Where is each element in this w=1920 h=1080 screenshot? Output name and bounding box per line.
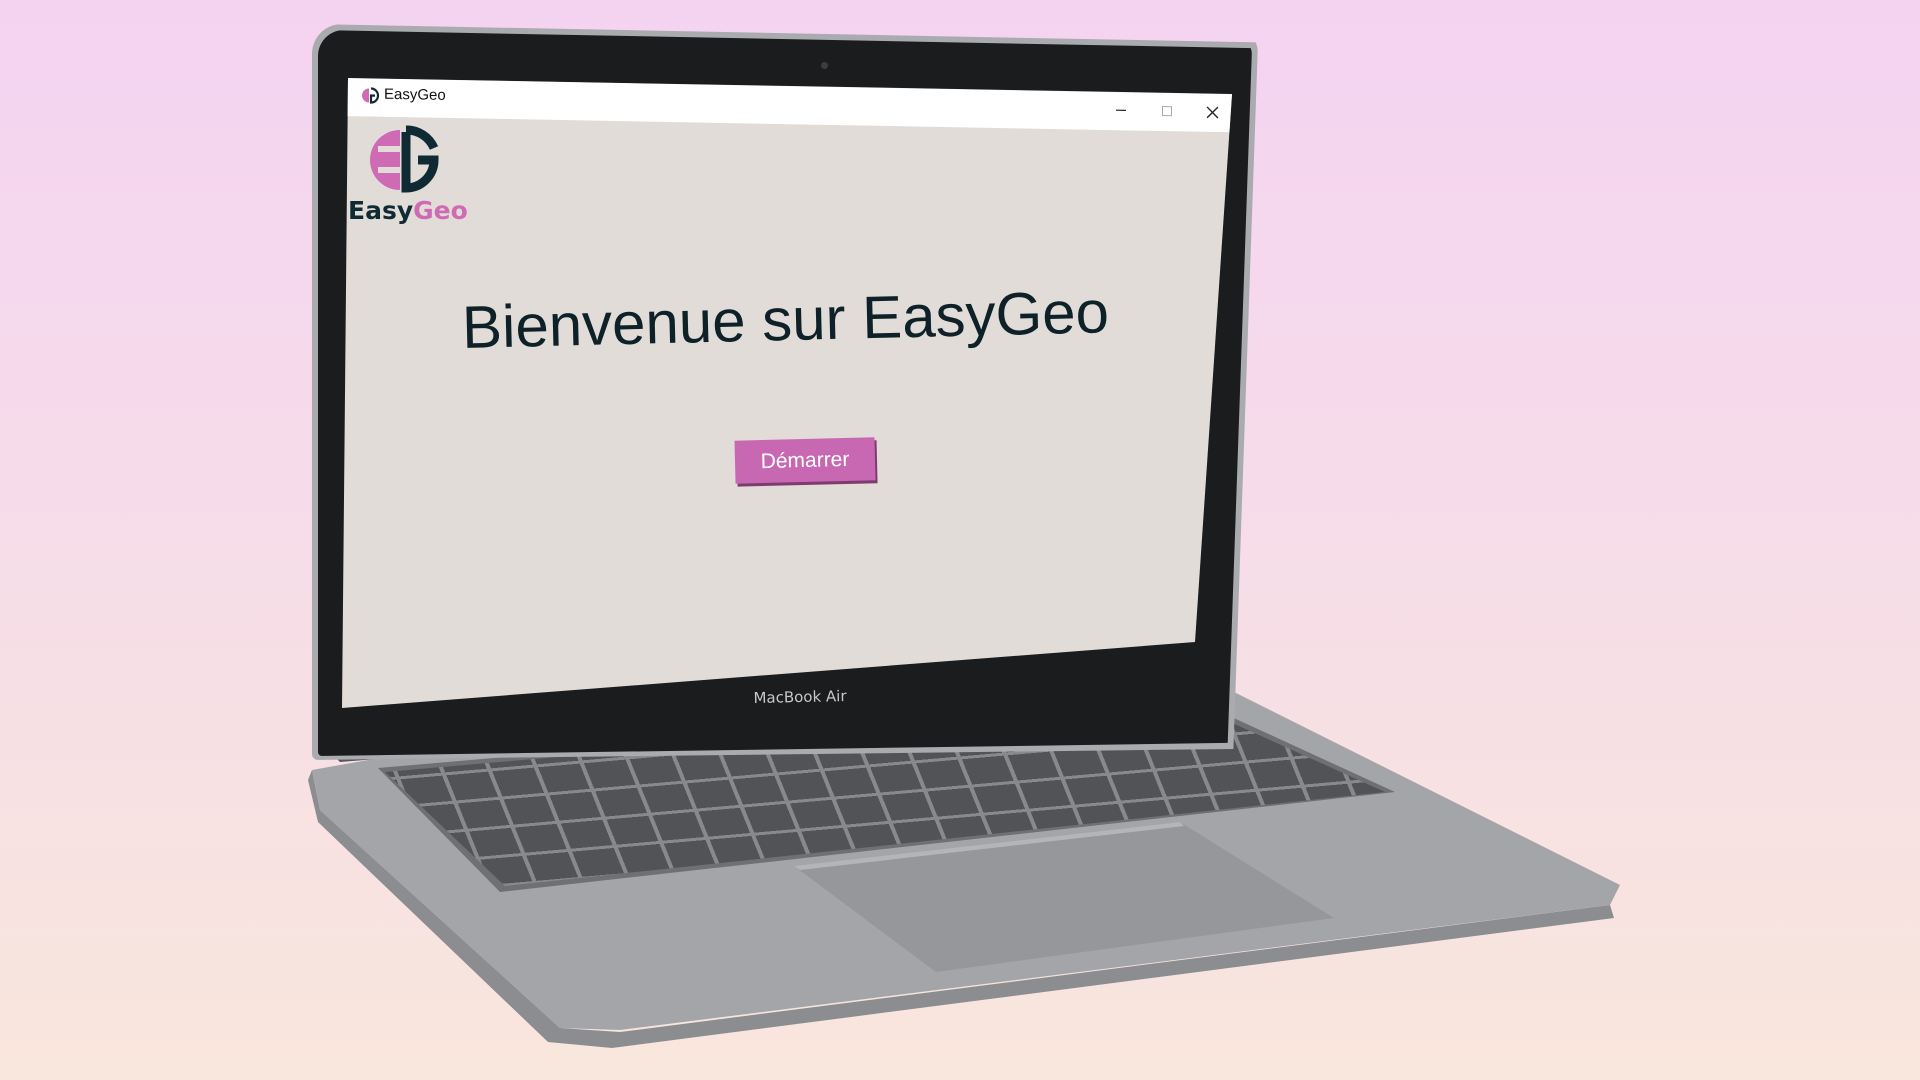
logo-text-easy: Easy (348, 196, 414, 225)
minimize-button[interactable] (1101, 96, 1141, 125)
logo-wordmark: EasyGeo (348, 196, 468, 225)
maximize-button[interactable] (1147, 97, 1187, 126)
app-window: EasyGeo EasyGeo Bienvenue sur EasyGeo Dé… (342, 78, 1232, 708)
laptop-mockup: MacBook Air EasyGeo EasyGeo Bienvenue su… (0, 0, 1920, 1080)
app-icon (362, 87, 380, 104)
minimize-icon (1116, 109, 1126, 111)
welcome-heading: Bienvenue sur EasyGeo (461, 278, 1110, 361)
close-icon (1206, 105, 1218, 118)
maximize-icon (1162, 106, 1172, 117)
device-label: MacBook Air (753, 687, 847, 707)
window-title: EasyGeo (384, 85, 446, 104)
logo-text-geo: Geo (413, 196, 468, 225)
start-button[interactable]: Démarrer (734, 437, 876, 484)
close-button[interactable] (1192, 98, 1232, 127)
camera-icon (821, 62, 828, 69)
